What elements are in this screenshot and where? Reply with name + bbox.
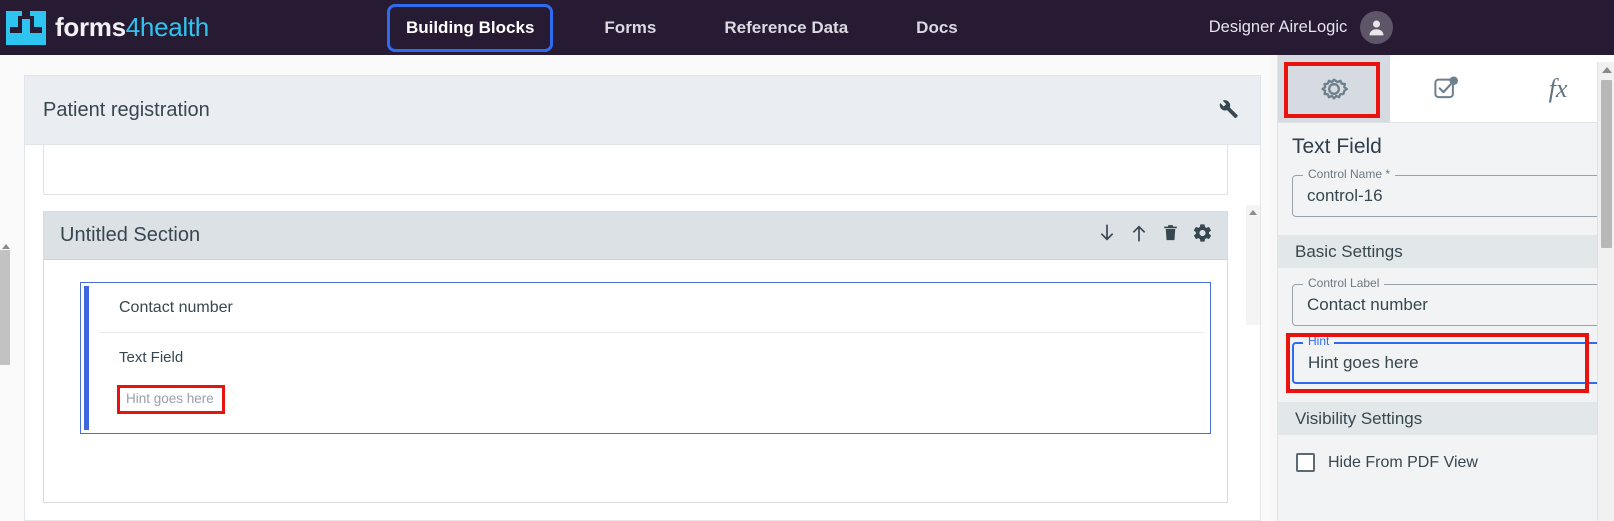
scroll-up-arrow-icon[interactable] [1602, 67, 1612, 73]
control-label-input[interactable]: Contact number [1292, 284, 1601, 326]
checkbox-badge-icon [1434, 76, 1458, 98]
properties-heading: Text Field [1292, 135, 1382, 158]
settings-icon[interactable] [1192, 222, 1213, 249]
left-scrollbar-thumb[interactable] [0, 250, 10, 365]
delete-icon[interactable] [1161, 222, 1180, 249]
basic-settings-header: Basic Settings [1278, 235, 1614, 268]
left-scroll-up-arrow-icon[interactable] [2, 244, 10, 249]
validation-tab[interactable] [1390, 55, 1502, 122]
control-hint-row: Hint goes here [99, 385, 1210, 414]
properties-panel: fx Text Field control-16 Control Name * … [1277, 55, 1614, 521]
control-label: Contact number [119, 298, 233, 316]
page-scrollbar[interactable] [1597, 62, 1614, 521]
brand-text-secondary: 4health [125, 12, 210, 42]
visibility-settings-header: Visibility Settings [1278, 402, 1614, 435]
move-up-icon[interactable] [1129, 222, 1149, 249]
nav-item-docs[interactable]: Docs [897, 4, 977, 52]
nav-item-forms[interactable]: Forms [585, 4, 675, 52]
form-scroll-region: Untitled Section Contact number Text Fie… [24, 145, 1261, 521]
canvas-inner-scrollbar[interactable] [1246, 205, 1260, 325]
control-name-input[interactable]: control-16 [1292, 175, 1601, 217]
form-control-text-field[interactable]: Contact number Text Field Hint goes here [80, 282, 1211, 434]
top-navigation-bar: forms4health Building Blocks Forms Refer… [0, 0, 1614, 55]
app-root: forms4health Building Blocks Forms Refer… [0, 0, 1614, 521]
hint-field[interactable]: Hint goes here Hint [1286, 333, 1601, 393]
page-scrollbar-thumb[interactable] [1601, 80, 1612, 248]
nav-item-reference-data[interactable]: Reference Data [705, 4, 867, 52]
hide-from-pdf-row[interactable]: Hide From PDF View [1278, 435, 1614, 472]
hint-annotation-box: Hint goes here [117, 385, 225, 414]
properties-tabbar: fx [1278, 55, 1614, 123]
brand-text-primary: forms [55, 12, 126, 42]
control-label-legend: Control Label [1303, 276, 1385, 290]
brand-logo[interactable]: forms4health [6, 10, 209, 45]
form-canvas: Patient registration Untitled Section Co… [0, 55, 1270, 521]
control-name-legend: Control Name * [1303, 167, 1396, 181]
control-label-value: Contact number [1307, 295, 1428, 314]
control-type-label: Text Field [119, 348, 184, 366]
control-type-row: Text Field [99, 333, 1210, 381]
control-body: Contact number Text Field Hint goes here [89, 283, 1210, 433]
properties-body: Text Field control-16 Control Name * Bas… [1278, 123, 1614, 521]
control-hint-text: Hint goes here [126, 391, 214, 406]
hint-input[interactable]: Hint goes here [1292, 342, 1601, 384]
section-header: Untitled Section [44, 212, 1227, 260]
gear-icon [1321, 78, 1349, 99]
scroll-up-arrow-icon[interactable] [1249, 210, 1257, 215]
section-title: Untitled Section [60, 224, 201, 246]
avatar[interactable] [1360, 11, 1394, 44]
page-title: Patient registration [43, 98, 210, 121]
forms4health-logo-icon [6, 10, 46, 45]
settings-tab[interactable] [1278, 55, 1390, 122]
form-header-bar: Patient registration [24, 75, 1261, 145]
hint-value: Hint goes here [1308, 353, 1419, 372]
primary-nav: Building Blocks Forms Reference Data Doc… [386, 3, 977, 52]
user-name-label: Designer AireLogic [1208, 18, 1348, 36]
hide-from-pdf-checkbox[interactable] [1296, 453, 1315, 472]
hint-legend: Hint [1303, 334, 1335, 348]
section-toolbar [1097, 222, 1213, 249]
move-down-icon[interactable] [1097, 222, 1117, 249]
control-label-row: Contact number [99, 283, 1204, 333]
control-label-field[interactable]: Contact number Control Label [1292, 276, 1601, 326]
hide-from-pdf-label: Hide From PDF View [1328, 453, 1478, 471]
control-name-field[interactable]: control-16 Control Name * [1292, 167, 1601, 217]
control-name-value: control-16 [1307, 186, 1383, 205]
previous-control-partial [43, 145, 1228, 195]
brand-wordmark: forms4health [55, 12, 209, 43]
section-card: Untitled Section Contact number Text Fie… [43, 211, 1228, 503]
fx-icon: fx [1548, 73, 1568, 103]
wrench-icon[interactable] [1214, 95, 1240, 126]
user-menu[interactable]: Designer AireLogic [1209, 11, 1394, 44]
nav-item-building-blocks[interactable]: Building Blocks [386, 3, 554, 52]
person-icon [1369, 20, 1384, 36]
